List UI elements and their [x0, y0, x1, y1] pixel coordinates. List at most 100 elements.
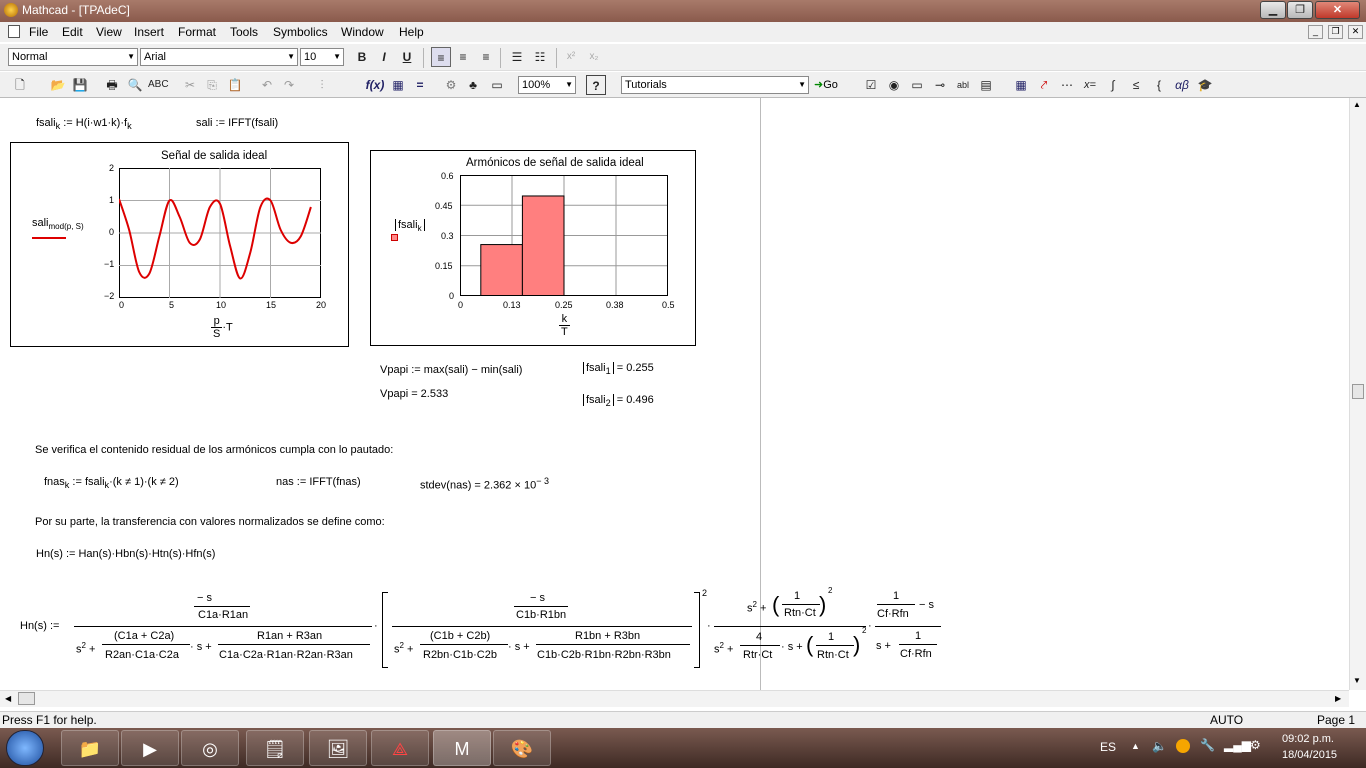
print-preview-icon[interactable]: 🔍: [125, 75, 145, 95]
scroll-left-icon[interactable]: ◀: [5, 694, 11, 703]
clock-time[interactable]: 09:02 p.m.: [1282, 733, 1334, 745]
calculus-toolbar-icon[interactable]: ∫: [1103, 75, 1123, 95]
radio-control-icon[interactable]: ◉: [884, 75, 904, 95]
minimize-button[interactable]: ▁: [1260, 1, 1286, 19]
fnas-definition[interactable]: fnask := fsalik·(k ≠ 1)·(k ≠ 2): [44, 476, 179, 490]
text-region-1[interactable]: Se verifica el contenido residual de los…: [35, 444, 393, 456]
plot-harmonics[interactable]: Armónicos de señal de salida ideal fsali…: [370, 150, 696, 346]
plot-output-signal[interactable]: Señal de salida ideal salimod(p, S) 2 1 …: [10, 142, 349, 347]
menu-insert[interactable]: Insert: [134, 25, 164, 39]
checkbox-control-icon[interactable]: ☑: [861, 75, 881, 95]
language-indicator[interactable]: ES: [1100, 740, 1116, 754]
calculator-toolbar-icon[interactable]: ▦: [1011, 75, 1031, 95]
zoom-select[interactable]: 100% ▼: [518, 76, 576, 94]
numbered-list-icon[interactable]: ☷: [530, 47, 550, 67]
menu-window[interactable]: Window: [341, 25, 384, 39]
app-icon[interactable]: [4, 3, 18, 17]
insert-unit-icon[interactable]: ▦: [388, 75, 408, 95]
stdev-result[interactable]: stdev(nas) = 2.362 × 10− 3: [420, 476, 549, 492]
vpapi-result[interactable]: Vpapi = 2.533: [380, 388, 448, 400]
copy-icon[interactable]: ⎘: [202, 75, 222, 95]
media-player-icon[interactable]: ▶: [121, 730, 179, 766]
signal-icon[interactable]: ▂▄▆: [1224, 738, 1251, 752]
fsali1-result[interactable]: fsali1 = 0.255: [583, 362, 654, 376]
sali-definition[interactable]: sali := IFFT(fsali): [196, 117, 278, 129]
doc-minimize-icon[interactable]: _: [1308, 25, 1323, 39]
listbox-control-icon[interactable]: ▤: [976, 75, 996, 95]
spell-check-icon[interactable]: ABC: [148, 75, 169, 95]
new-icon[interactable]: 🗋: [10, 75, 30, 95]
mathcad-icon[interactable]: M: [433, 730, 491, 766]
evaluation-toolbar-icon[interactable]: x=: [1080, 75, 1100, 95]
menu-tools[interactable]: Tools: [230, 25, 258, 39]
network-icon[interactable]: ⚙: [1250, 738, 1261, 752]
undo-icon[interactable]: ↶: [257, 75, 277, 95]
text-region-2[interactable]: Por su parte, la transferencia con valor…: [35, 516, 385, 528]
worksheet[interactable]: fsalik := H(i·w1·k)·fk sali := IFFT(fsal…: [0, 98, 1349, 690]
menu-symbolics[interactable]: Symbolics: [273, 25, 328, 39]
calculate-icon[interactable]: =: [410, 75, 430, 95]
print-icon[interactable]: 🖶: [102, 75, 122, 95]
superscript-icon[interactable]: x²: [561, 47, 581, 67]
hn-product-definition[interactable]: Hn(s) := Han(s)·Hbn(s)·Htn(s)·Hfn(s): [36, 548, 215, 560]
resources-select[interactable]: Tutorials ▼: [621, 76, 809, 94]
menu-file[interactable]: File: [29, 25, 48, 39]
doc-close-icon[interactable]: ✕: [1348, 25, 1363, 39]
start-button[interactable]: [6, 730, 44, 766]
menu-edit[interactable]: Edit: [62, 25, 83, 39]
matrix-toolbar-icon[interactable]: ⋯: [1057, 75, 1077, 95]
doc-icon[interactable]: [8, 25, 20, 38]
menu-format[interactable]: Format: [178, 25, 216, 39]
acrobat-icon[interactable]: ⟁: [371, 730, 429, 766]
component-wizard-icon[interactable]: ♣: [463, 75, 483, 95]
push-button-control-icon[interactable]: ▭: [907, 75, 927, 95]
subscript-icon[interactable]: x₂: [584, 47, 604, 67]
programming-toolbar-icon[interactable]: {: [1149, 75, 1169, 95]
network-tool-icon[interactable]: 🔧: [1200, 738, 1215, 752]
doc-restore-icon[interactable]: ❐: [1328, 25, 1343, 39]
paint-icon[interactable]: 🎨: [493, 730, 551, 766]
underline-button[interactable]: U: [397, 47, 417, 67]
presentation-icon[interactable]: 🖼: [309, 730, 367, 766]
bold-button[interactable]: B: [352, 47, 372, 67]
open-icon[interactable]: 📂: [48, 75, 68, 95]
close-button[interactable]: ✕: [1315, 1, 1360, 19]
textbox-control-icon[interactable]: abl: [953, 75, 973, 95]
symbolic-toolbar-icon[interactable]: 🎓: [1195, 75, 1215, 95]
insert-function-icon[interactable]: f(x): [365, 75, 385, 95]
style-select[interactable]: Normal ▼: [8, 48, 138, 66]
align-right-icon[interactable]: ≡: [476, 47, 496, 67]
vpapi-definition[interactable]: Vpapi := max(sali) − min(sali): [380, 364, 522, 376]
nas-definition[interactable]: nas := IFFT(fnas): [276, 476, 361, 488]
graph-toolbar-icon[interactable]: ⤤: [1034, 75, 1054, 95]
hn-full-definition[interactable]: Hn(s) := − s C1a·R1an s2 + (C1a + C2a) R…: [0, 586, 960, 671]
horizontal-scrollbar[interactable]: ◀ ▶: [0, 690, 1349, 707]
scroll-down-icon[interactable]: ▼: [1353, 676, 1361, 685]
component-icon[interactable]: ⚙: [441, 75, 461, 95]
scroll-right-icon[interactable]: ▶: [1335, 694, 1341, 703]
sticky-notes-icon[interactable]: 🗒: [246, 730, 304, 766]
scroll-thumb[interactable]: [18, 692, 35, 705]
fsali-definition[interactable]: fsalik := H(i·w1·k)·fk: [36, 117, 132, 131]
volume-icon[interactable]: 🔈: [1152, 739, 1167, 753]
cut-icon[interactable]: ✂: [180, 75, 200, 95]
scroll-thumb[interactable]: [1352, 384, 1364, 399]
scroll-up-icon[interactable]: ▲: [1353, 100, 1361, 109]
italic-button[interactable]: I: [374, 47, 394, 67]
menu-help[interactable]: Help: [399, 25, 424, 39]
go-button[interactable]: ➜Go: [814, 78, 838, 91]
align-regions-icon[interactable]: ⫶: [312, 75, 332, 95]
align-left-icon[interactable]: ≡: [431, 47, 451, 67]
help-icon[interactable]: ?: [586, 75, 606, 95]
chrome-icon[interactable]: ◎: [181, 730, 239, 766]
boolean-toolbar-icon[interactable]: ≤: [1126, 75, 1146, 95]
vertical-scrollbar[interactable]: ▲ ▼: [1349, 98, 1366, 690]
maximize-button[interactable]: ❐: [1287, 1, 1313, 19]
save-icon[interactable]: 💾: [70, 75, 90, 95]
tray-expand-icon[interactable]: ▲: [1131, 741, 1140, 751]
clock-date[interactable]: 18/04/2015: [1282, 749, 1337, 761]
fsali2-result[interactable]: fsali2 = 0.496: [583, 394, 654, 408]
menu-view[interactable]: View: [96, 25, 122, 39]
greek-toolbar-icon[interactable]: αβ: [1172, 75, 1192, 95]
size-select[interactable]: 10 ▼: [300, 48, 344, 66]
